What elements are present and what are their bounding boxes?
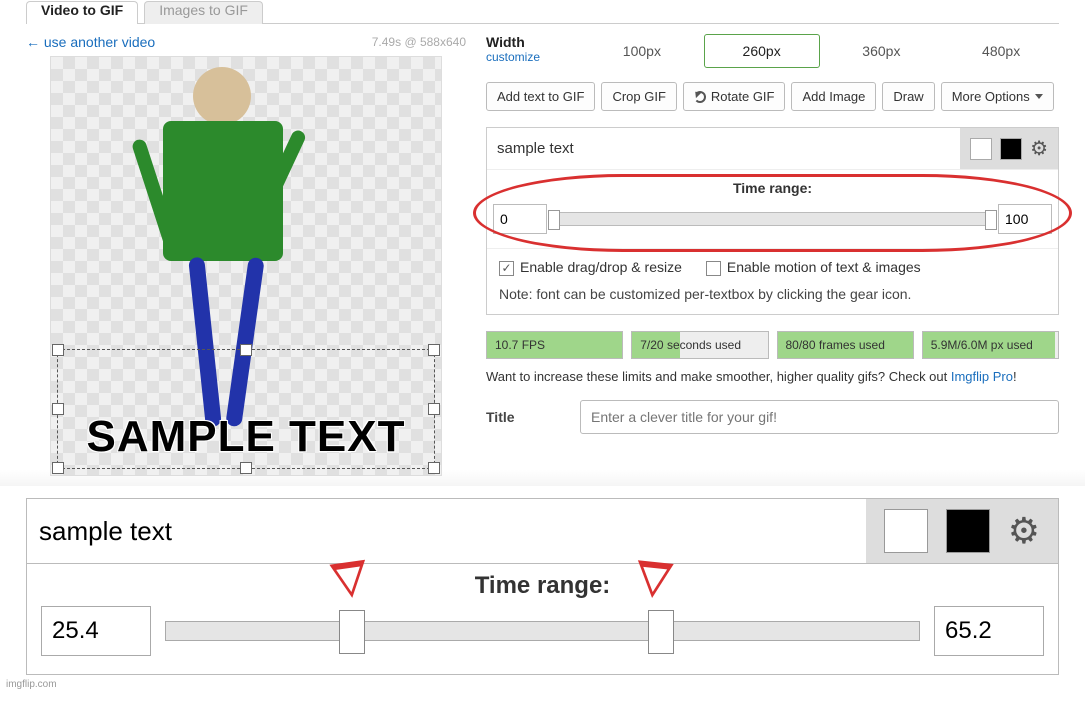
font-note: Note: font can be customized per-textbox… [487,280,1058,314]
use-another-video-link[interactable]: ← use another video [26,34,155,50]
add-text-button[interactable]: Add text to GIF [486,82,595,111]
overlay-text[interactable]: SAMPLE TEXT [58,412,434,462]
slider-thumb-start-zoom[interactable] [339,610,365,654]
gif-preview[interactable]: SAMPLE TEXT [50,56,442,476]
title-input[interactable] [580,400,1059,434]
text-color-swatch-zoom[interactable] [884,509,928,553]
stat-fps: 10.7 FPS [486,331,623,359]
source-dimensions: 7.49s @ 588x640 [372,35,466,49]
stat-frames: 80/80 frames used [777,331,914,359]
text-color-swatch[interactable] [970,138,992,160]
width-label: Width [486,34,525,50]
stat-px: 5.9M/6.0M px used [922,331,1059,359]
promo-text: Want to increase these limits and make s… [486,369,1059,384]
chevron-down-icon [1035,94,1043,99]
text-overlay-box[interactable]: SAMPLE TEXT [57,349,435,469]
title-label: Title [486,409,566,425]
resize-handle[interactable] [428,462,440,474]
time-start-input-zoom[interactable] [41,606,151,656]
slider-thumb-end[interactable] [985,210,997,230]
crop-gif-button[interactable]: Crop GIF [601,82,676,111]
slider-thumb-end-zoom[interactable] [648,610,674,654]
zoom-panel: ⚙ Time range: [26,498,1059,675]
time-end-input[interactable] [998,204,1052,234]
watermark: imgflip.com [0,675,1085,694]
draw-button[interactable]: Draw [882,82,934,111]
outline-color-swatch-zoom[interactable] [946,509,990,553]
time-range-slider-zoom[interactable] [165,621,920,641]
resize-handle[interactable] [52,462,64,474]
imgflip-pro-link[interactable]: Imgflip Pro [951,369,1013,384]
outline-color-swatch[interactable] [1000,138,1022,160]
width-option-260[interactable]: 260px [704,34,820,68]
resize-handle[interactable] [240,344,252,356]
width-option-100[interactable]: 100px [584,34,700,68]
gear-icon[interactable]: ⚙ [1030,136,1048,161]
caption-input-zoom[interactable] [27,499,866,563]
resize-handle[interactable] [428,344,440,356]
more-options-button[interactable]: More Options [941,82,1054,111]
time-start-input[interactable] [493,204,547,234]
time-range-slider[interactable] [553,212,992,226]
time-range-label: Time range: [493,180,1052,196]
enable-drag-checkbox[interactable]: Enable drag/drop & resize [499,259,682,276]
enable-motion-checkbox[interactable]: Enable motion of text & images [706,259,921,276]
tab-video-to-gif[interactable]: Video to GIF [26,1,138,24]
caption-input[interactable] [487,132,960,165]
slider-thumb-start[interactable] [548,210,560,230]
text-panel: ⚙ Time range: Enable drag/drop & resize … [486,127,1059,315]
gear-icon-zoom[interactable]: ⚙ [1008,510,1040,552]
time-end-input-zoom[interactable] [934,606,1044,656]
resize-handle[interactable] [240,462,252,474]
width-customize-link[interactable]: customize [486,50,576,64]
time-range-label-zoom: Time range: [41,572,1044,600]
stat-seconds: 7/20 seconds used [631,331,768,359]
width-option-480[interactable]: 480px [943,34,1059,68]
width-option-360[interactable]: 360px [824,34,940,68]
add-image-button[interactable]: Add Image [791,82,876,111]
tab-images-to-gif[interactable]: Images to GIF [144,1,263,24]
resize-handle[interactable] [52,344,64,356]
rotate-gif-button[interactable]: Rotate GIF [683,82,786,111]
rotate-icon [694,91,706,103]
